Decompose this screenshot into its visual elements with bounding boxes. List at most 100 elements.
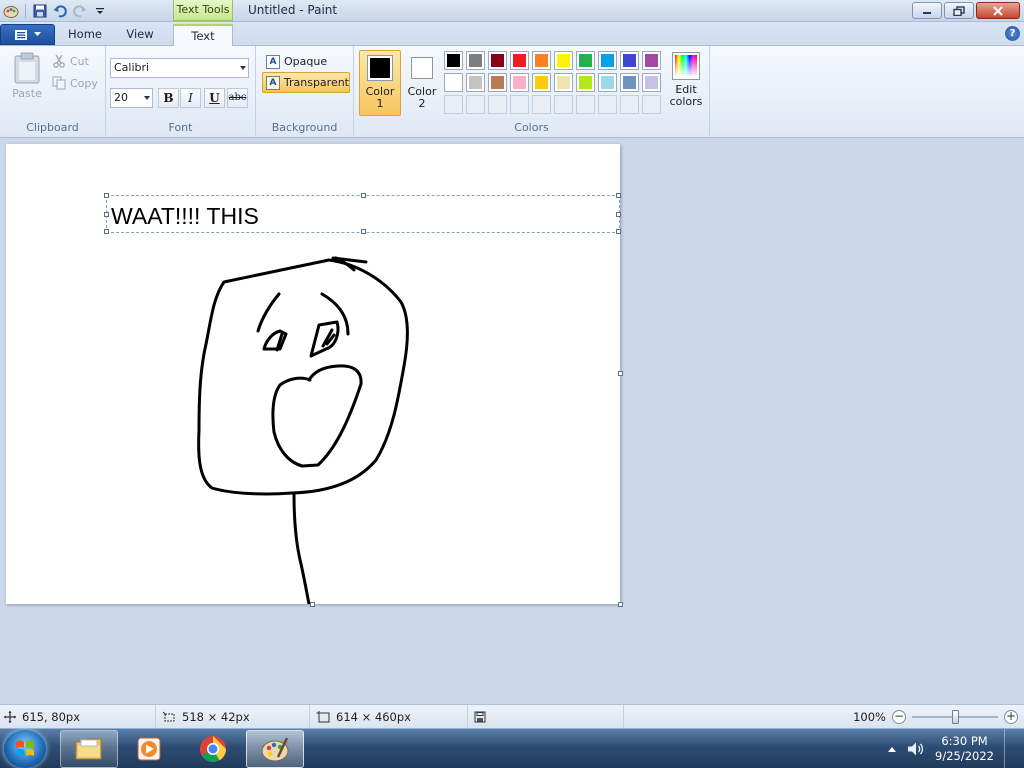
close-button[interactable] — [976, 2, 1020, 19]
clock[interactable]: 6:30 PM 9/25/2022 — [935, 734, 994, 764]
palette-color-swatch[interactable] — [444, 51, 463, 70]
menu-icon — [15, 29, 27, 40]
zoom-level: 100% — [853, 710, 886, 724]
cursor-position: 615, 80px — [0, 705, 156, 729]
palette-empty-slot[interactable] — [554, 95, 573, 114]
zoom-out-button[interactable]: − — [892, 710, 906, 724]
cut-button[interactable]: Cut — [52, 54, 89, 68]
text-box-handle[interactable] — [104, 229, 109, 234]
palette-color-swatch[interactable] — [642, 73, 661, 92]
text-box-handle[interactable] — [361, 229, 366, 234]
text-box-content[interactable]: WAAT!!!! THIS — [111, 203, 259, 230]
strikethrough-button[interactable]: abc — [227, 88, 248, 108]
palette-color-swatch[interactable] — [532, 73, 551, 92]
canvas-resize-handle-right[interactable] — [618, 371, 623, 376]
palette-empty-slot[interactable] — [620, 95, 639, 114]
underline-button[interactable]: U — [204, 88, 225, 108]
color-1-button[interactable]: Color 1 — [359, 50, 401, 116]
clipboard-group: Paste Cut Copy Clipboard — [0, 46, 106, 136]
redo-icon[interactable] — [71, 2, 89, 20]
save-icon[interactable] — [31, 2, 49, 20]
palette-empty-slot[interactable] — [576, 95, 595, 114]
paint-menu-button[interactable] — [0, 24, 55, 45]
palette-empty-slot[interactable] — [642, 95, 661, 114]
separator — [25, 4, 26, 18]
palette-color-swatch[interactable] — [598, 73, 617, 92]
help-icon[interactable]: ? — [1005, 26, 1020, 41]
zoom-slider-thumb[interactable] — [952, 710, 959, 724]
palette-empty-slot[interactable] — [444, 95, 463, 114]
tab-home[interactable]: Home — [60, 24, 110, 46]
taskbar-paint-button[interactable] — [246, 730, 304, 768]
taskbar-explorer-button[interactable] — [60, 730, 118, 768]
italic-button[interactable]: I — [180, 88, 201, 108]
palette-empty-slot[interactable] — [488, 95, 507, 114]
transparent-button[interactable]: A Transparent — [262, 72, 350, 93]
palette-color-swatch[interactable] — [466, 51, 485, 70]
disk-icon — [474, 711, 486, 723]
clipboard-icon — [14, 52, 40, 84]
palette-color-swatch[interactable] — [488, 51, 507, 70]
canvas-resize-handle-bottom[interactable] — [310, 602, 315, 607]
text-box-handle[interactable] — [616, 229, 621, 234]
palette-empty-slot[interactable] — [532, 95, 551, 114]
drawing-canvas[interactable]: WAAT!!!! THIS — [6, 144, 623, 607]
undo-icon[interactable] — [51, 2, 69, 20]
palette-empty-slot[interactable] — [466, 95, 485, 114]
color-palette — [444, 51, 661, 114]
bold-button[interactable]: B — [158, 88, 179, 108]
color-2-button[interactable]: Color 2 — [401, 50, 443, 116]
font-size-select[interactable]: 20 — [110, 88, 153, 108]
background-group-label: Background — [271, 121, 338, 134]
zoom-slider[interactable] — [912, 710, 998, 724]
volume-icon[interactable] — [907, 741, 925, 757]
palette-empty-slot[interactable] — [510, 95, 529, 114]
palette-color-swatch[interactable] — [620, 73, 639, 92]
minimize-button[interactable] — [912, 2, 942, 19]
edit-colors-button[interactable]: Edit colors — [666, 50, 706, 108]
tab-text[interactable]: Text — [173, 24, 233, 47]
text-box-handle[interactable] — [361, 193, 366, 198]
ribbon-tab-bar: Home View Text ? — [0, 22, 1024, 47]
start-button[interactable] — [4, 730, 46, 768]
color-1-number: 1 — [376, 97, 384, 110]
palette-color-swatch[interactable] — [620, 51, 639, 70]
palette-color-swatch[interactable] — [532, 51, 551, 70]
restore-button[interactable] — [944, 2, 974, 19]
zoom-in-button[interactable]: + — [1004, 710, 1018, 724]
clock-time: 6:30 PM — [941, 734, 988, 748]
font-family-select[interactable]: Calibri — [110, 58, 249, 78]
paint-app-icon[interactable] — [2, 2, 20, 20]
customize-qat-icon[interactable] — [91, 2, 109, 20]
palette-color-swatch[interactable] — [488, 73, 507, 92]
text-box-handle[interactable] — [104, 193, 109, 198]
palette-color-swatch[interactable] — [510, 51, 529, 70]
text-box-handle[interactable] — [104, 212, 109, 217]
canvas-resize-handle-corner[interactable] — [618, 602, 623, 607]
taskbar-media-player-button[interactable] — [120, 730, 178, 768]
palette-color-swatch[interactable] — [510, 73, 529, 92]
show-desktop-button[interactable] — [1004, 729, 1016, 768]
palette-color-swatch[interactable] — [642, 51, 661, 70]
text-box-handle[interactable] — [616, 193, 621, 198]
palette-color-swatch[interactable] — [466, 73, 485, 92]
tab-view[interactable]: View — [116, 24, 164, 46]
palette-color-swatch[interactable] — [554, 51, 573, 70]
windows-logo-icon — [16, 740, 34, 756]
paste-button[interactable]: Paste — [8, 52, 46, 102]
window-title: Untitled - Paint — [248, 3, 338, 17]
text-box-handle[interactable] — [616, 212, 621, 217]
palette-color-swatch[interactable] — [598, 51, 617, 70]
palette-color-swatch[interactable] — [576, 73, 595, 92]
opaque-button[interactable]: A Opaque — [262, 51, 350, 72]
palette-color-swatch[interactable] — [576, 51, 595, 70]
palette-empty-slot[interactable] — [598, 95, 617, 114]
palette-color-swatch[interactable] — [444, 73, 463, 92]
canvas-workspace[interactable]: WAAT!!!! THIS — [0, 138, 1024, 704]
text-box[interactable]: WAAT!!!! THIS — [104, 193, 621, 234]
taskbar-chrome-button[interactable] — [184, 730, 242, 768]
show-hidden-icons-icon[interactable] — [887, 745, 897, 753]
quick-access-toolbar — [2, 2, 109, 20]
palette-color-swatch[interactable] — [554, 73, 573, 92]
copy-button[interactable]: Copy — [52, 76, 98, 90]
